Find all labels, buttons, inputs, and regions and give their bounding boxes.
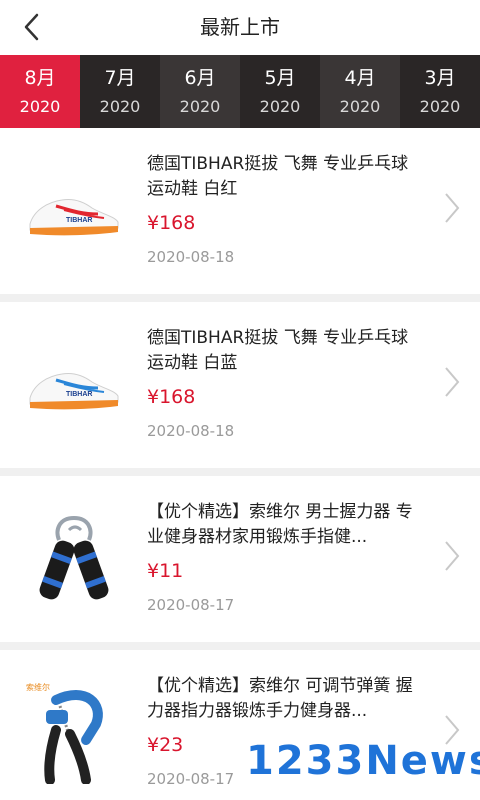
- divider: [0, 468, 480, 476]
- list-item[interactable]: 【优个精选】索维尔 男士握力器 专业健身器材家用锻炼手指健... ¥11 202…: [0, 476, 480, 642]
- product-title: 德国TIBHAR挺拔 飞舞 专业乒乓球运动鞋 白蓝: [147, 328, 409, 373]
- tab-month-8[interactable]: 8月 2020: [0, 55, 80, 128]
- product-price: ¥168: [147, 212, 196, 234]
- month-tabs: 8月 2020 7月 2020 6月 2020 5月 2020 4月 2020 …: [0, 55, 480, 128]
- tab-month-label: 6月: [184, 66, 216, 89]
- tab-year-label: 2020: [19, 96, 61, 116]
- product-date: 2020-08-18: [147, 422, 235, 440]
- product-price: ¥168: [147, 386, 196, 408]
- tab-year-label: 2020: [339, 96, 381, 116]
- tab-month-label: 5月: [264, 66, 296, 89]
- product-title: 【优个精选】索维尔 可调节弹簧 握力器指力器锻炼手力健身器...: [147, 676, 413, 721]
- product-price: ¥23: [147, 734, 184, 756]
- chevron-right-icon: [445, 367, 460, 397]
- watermark-text: 1233News: [246, 738, 480, 784]
- product-image-hand-grip: [24, 506, 124, 610]
- product-title: 【优个精选】索维尔 男士握力器 专业健身器材家用锻炼手指健...: [147, 502, 413, 547]
- tab-month-4[interactable]: 4月 2020: [320, 55, 400, 128]
- tab-year-label: 2020: [259, 96, 301, 116]
- page-title: 最新上市: [200, 15, 280, 39]
- top-bar: 最新上市: [0, 0, 480, 55]
- list-item[interactable]: TIBHAR 德国TIBHAR挺拔 飞舞 专业乒乓球运动鞋 白蓝 ¥168 20…: [0, 302, 480, 468]
- divider: [0, 642, 480, 650]
- back-button[interactable]: [22, 8, 62, 46]
- tab-month-label: 7月: [104, 66, 136, 89]
- product-image-shoe-blue: TIBHAR: [24, 332, 124, 436]
- tab-month-6[interactable]: 6月 2020: [160, 55, 240, 128]
- tab-month-label: 3月: [424, 66, 456, 89]
- divider: [0, 294, 480, 302]
- tab-year-label: 2020: [419, 96, 461, 116]
- svg-text:TIBHAR: TIBHAR: [66, 217, 92, 224]
- svg-text:索维尔: 索维尔: [26, 682, 50, 692]
- tab-month-3[interactable]: 3月 2020: [400, 55, 480, 128]
- svg-text:TIBHAR: TIBHAR: [66, 391, 92, 398]
- chevron-left-icon: [24, 13, 39, 41]
- tab-month-label: 4月: [344, 66, 376, 89]
- list-item[interactable]: TIBHAR 德国TIBHAR挺拔 飞舞 专业乒乓球运动鞋 白红 ¥168 20…: [0, 128, 480, 294]
- tab-year-label: 2020: [99, 96, 141, 116]
- product-title: 德国TIBHAR挺拔 飞舞 专业乒乓球运动鞋 白红: [147, 154, 409, 199]
- product-date: 2020-08-18: [147, 248, 235, 266]
- tab-month-label: 8月: [24, 66, 56, 89]
- product-date: 2020-08-17: [147, 596, 235, 614]
- chevron-right-icon: [445, 193, 460, 223]
- product-list: TIBHAR 德国TIBHAR挺拔 飞舞 专业乒乓球运动鞋 白红 ¥168 20…: [0, 128, 480, 800]
- chevron-right-icon: [445, 541, 460, 571]
- tab-month-5[interactable]: 5月 2020: [240, 55, 320, 128]
- tab-year-label: 2020: [179, 96, 221, 116]
- product-image-shoe-red: TIBHAR: [24, 158, 124, 262]
- product-price: ¥11: [147, 560, 184, 582]
- product-date: 2020-08-17: [147, 770, 235, 788]
- product-image-adjustable-grip: 索维尔: [24, 680, 124, 784]
- tab-month-7[interactable]: 7月 2020: [80, 55, 160, 128]
